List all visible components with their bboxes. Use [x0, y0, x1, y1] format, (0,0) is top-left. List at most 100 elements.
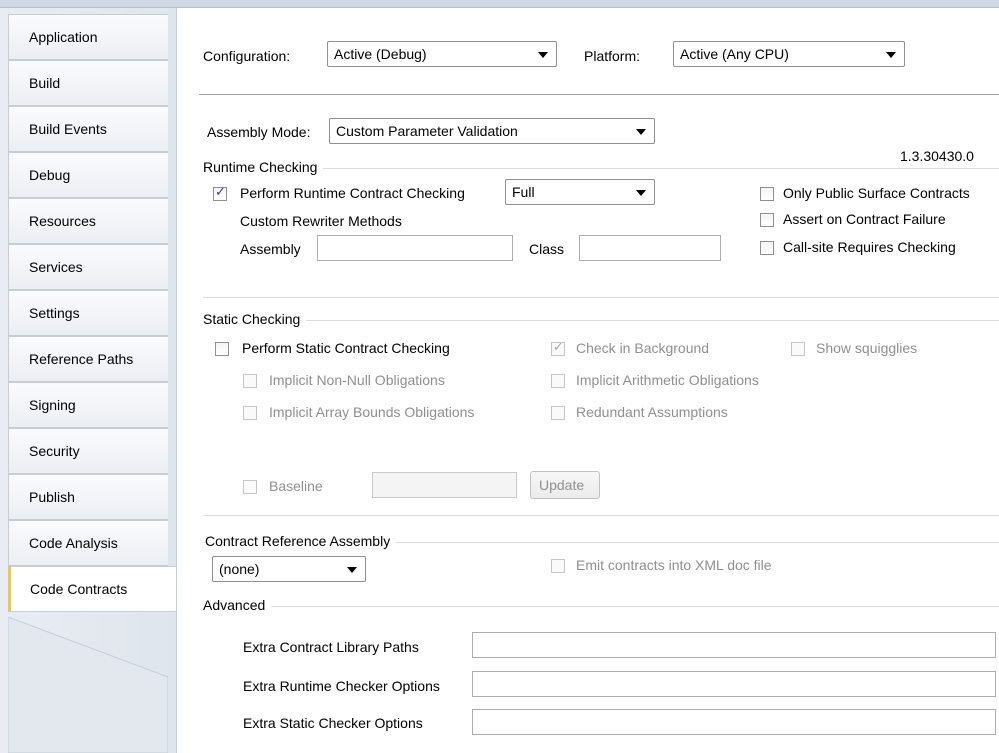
- perform-runtime-checkbox[interactable]: ✓: [213, 185, 227, 201]
- perform-runtime-label: Perform Runtime Contract Checking: [240, 185, 465, 201]
- runtime-checking-title: Runtime Checking: [203, 159, 324, 175]
- assembly-mode-select[interactable]: Custom Parameter Validation: [329, 118, 655, 144]
- tab-label: Security: [29, 443, 80, 459]
- tab-resources[interactable]: Resources: [8, 198, 168, 244]
- rewriter-class-input[interactable]: [579, 235, 721, 261]
- tab-label: Application: [29, 29, 98, 45]
- tab-debug[interactable]: Debug: [8, 152, 168, 198]
- callsite-requires-label: Call-site Requires Checking: [783, 239, 956, 255]
- tab-label: Publish: [29, 489, 75, 505]
- check-in-background-label: Check in Background: [576, 340, 710, 356]
- runtime-level-value: Full: [512, 184, 535, 200]
- platform-label: Platform:: [584, 48, 641, 64]
- code-contracts-page: Configuration: Active (Debug) Platform: …: [176, 8, 999, 753]
- tab-security[interactable]: Security: [8, 428, 168, 474]
- extra-static-options-input[interactable]: [472, 709, 996, 735]
- chevron-down-icon: [636, 190, 646, 196]
- platform-select[interactable]: Active (Any CPU): [673, 41, 905, 67]
- tab-publish[interactable]: Publish: [8, 474, 168, 520]
- version-label: 1.3.30430.0: [900, 148, 974, 164]
- extra-library-paths-label: Extra Contract Library Paths: [243, 639, 419, 655]
- runtime-level-select[interactable]: Full: [505, 179, 655, 205]
- advanced-title: Advanced: [203, 597, 272, 613]
- extra-static-options-field[interactable]: [473, 710, 995, 734]
- update-button[interactable]: Update: [530, 471, 600, 499]
- extra-runtime-options-field[interactable]: [473, 672, 995, 696]
- configuration-select[interactable]: Active (Debug): [327, 41, 557, 67]
- implicit-arithmetic-checkbox[interactable]: [551, 374, 565, 388]
- tab-label: Settings: [29, 305, 80, 321]
- baseline-input[interactable]: [372, 472, 517, 498]
- tab-strip-tail: [8, 617, 168, 753]
- assembly-mode-value: Custom Parameter Validation: [336, 123, 518, 139]
- only-public-label: Only Public Surface Contracts: [783, 185, 970, 201]
- tab-label: Code Contracts: [30, 581, 128, 597]
- tab-label: Debug: [29, 167, 71, 183]
- tab-label: Build Events: [29, 121, 107, 137]
- chevron-down-icon: [636, 129, 646, 135]
- assert-on-failure-checkbox[interactable]: [760, 213, 774, 227]
- tab-label: Resources: [29, 213, 96, 229]
- header-separator: [199, 94, 999, 95]
- baseline-checkbox[interactable]: [243, 480, 257, 494]
- only-public-checkbox[interactable]: [760, 187, 774, 201]
- tab-label: Build: [29, 75, 61, 91]
- implicit-nonnull-checkbox[interactable]: [243, 374, 257, 388]
- extra-runtime-options-input[interactable]: [472, 671, 996, 697]
- extra-library-paths-input[interactable]: [472, 632, 996, 658]
- emit-xml-label: Emit contracts into XML doc file: [576, 557, 772, 573]
- tab-build-events[interactable]: Build Events: [8, 106, 168, 152]
- implicit-nonnull-label: Implicit Non-Null Obligations: [269, 372, 445, 388]
- chevron-down-icon: [886, 52, 896, 58]
- static-checking-title: Static Checking: [203, 311, 307, 327]
- configuration-label: Configuration:: [203, 48, 291, 64]
- baseline-label: Baseline: [269, 478, 323, 494]
- tab-settings[interactable]: Settings: [8, 290, 168, 336]
- extra-runtime-options-label: Extra Runtime Checker Options: [243, 678, 440, 694]
- tab-strip: Application Build Build Events Debug Res…: [0, 0, 999, 753]
- assembly-mode-label: Assembly Mode:: [207, 124, 311, 140]
- chevron-down-icon: [538, 52, 548, 58]
- emit-xml-checkbox[interactable]: [551, 559, 565, 573]
- assert-on-failure-label: Assert on Contract Failure: [783, 211, 946, 227]
- tab-application[interactable]: Application: [8, 14, 168, 60]
- perform-static-checkbox[interactable]: [215, 342, 229, 356]
- tab-label: Code Analysis: [29, 535, 118, 551]
- tab-label: Services: [29, 259, 83, 275]
- tab-reference-paths[interactable]: Reference Paths: [8, 336, 168, 382]
- rewriter-class-field[interactable]: [580, 236, 720, 260]
- tab-build[interactable]: Build: [8, 60, 168, 106]
- rewriter-assembly-label: Assembly: [240, 241, 301, 257]
- extra-library-paths-field[interactable]: [473, 633, 995, 657]
- callsite-requires-checkbox[interactable]: [760, 241, 774, 255]
- contract-reference-title: Contract Reference Assembly: [205, 533, 397, 549]
- tab-signing[interactable]: Signing: [8, 382, 168, 428]
- configuration-value: Active (Debug): [334, 46, 427, 62]
- platform-value: Active (Any CPU): [680, 46, 789, 62]
- contract-reference-select[interactable]: (none): [212, 556, 366, 582]
- tab-code-contracts[interactable]: Code Contracts: [8, 566, 176, 612]
- redundant-assumptions-label: Redundant Assumptions: [576, 404, 728, 420]
- check-icon: ✓: [553, 340, 564, 355]
- redundant-assumptions-checkbox[interactable]: [551, 406, 565, 420]
- top-border: [0, 0, 999, 8]
- extra-static-options-label: Extra Static Checker Options: [243, 715, 423, 731]
- contract-reference-value: (none): [219, 561, 260, 577]
- perform-static-label: Perform Static Contract Checking: [242, 340, 450, 356]
- tab-services[interactable]: Services: [8, 244, 168, 290]
- rewriter-assembly-field[interactable]: [318, 236, 512, 260]
- check-in-background-checkbox[interactable]: ✓: [551, 340, 565, 356]
- implicit-arithmetic-label: Implicit Arithmetic Obligations: [576, 372, 759, 388]
- implicit-array-bounds-label: Implicit Array Bounds Obligations: [269, 404, 475, 420]
- baseline-field[interactable]: [373, 473, 516, 497]
- custom-rewriter-label: Custom Rewriter Methods: [240, 213, 402, 229]
- show-squigglies-checkbox[interactable]: [791, 342, 805, 356]
- rewriter-class-label: Class: [529, 241, 565, 257]
- rewriter-assembly-input[interactable]: [317, 235, 513, 261]
- implicit-array-bounds-checkbox[interactable]: [243, 406, 257, 420]
- chevron-down-icon: [347, 567, 357, 573]
- tab-label: Signing: [29, 397, 76, 413]
- check-icon: ✓: [215, 185, 226, 200]
- tab-code-analysis[interactable]: Code Analysis: [8, 520, 168, 566]
- tab-label: Reference Paths: [29, 351, 134, 367]
